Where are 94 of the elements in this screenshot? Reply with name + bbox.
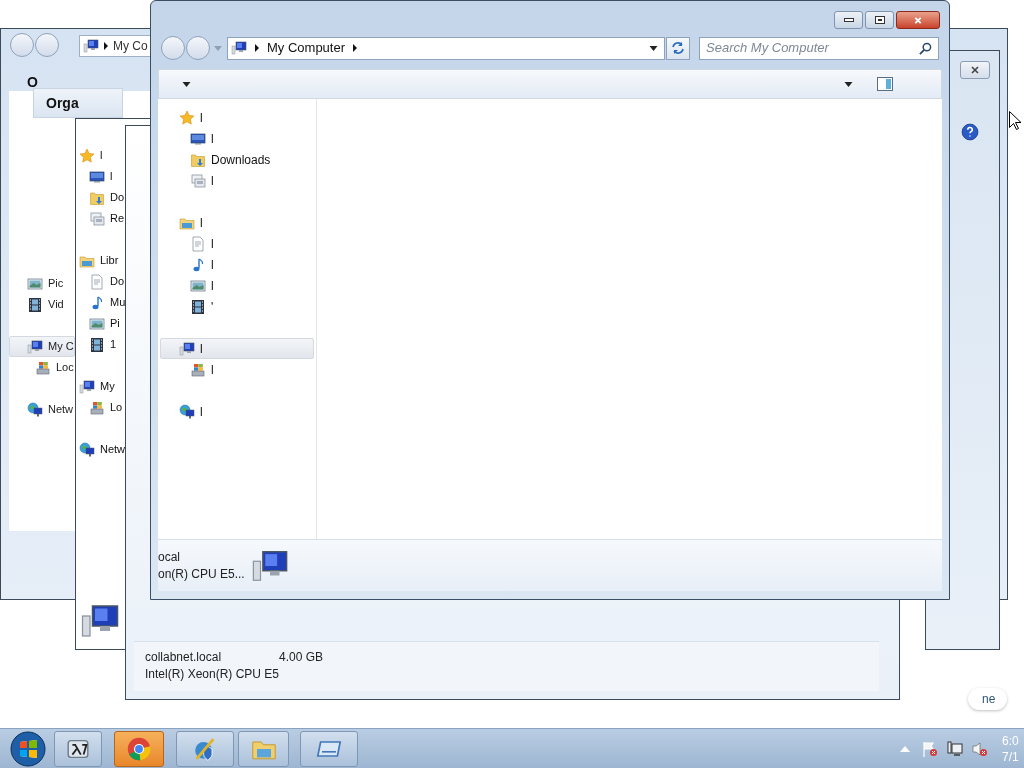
taskbar-button[interactable]: [54, 730, 102, 767]
computer-icon: [179, 340, 195, 357]
nav-item[interactable]: ': [160, 296, 314, 317]
search-icon: [919, 41, 932, 55]
nav-item[interactable]: My C: [9, 336, 75, 357]
nav-item[interactable]: l: [160, 359, 314, 380]
nav-item[interactable]: l: [160, 128, 314, 149]
nav-item[interactable]: l: [160, 254, 314, 275]
network-icon: [27, 401, 43, 418]
memory-value: 4.00 GB: [279, 649, 324, 666]
window-stack-icon: [89, 210, 105, 227]
picture-icon: [190, 277, 206, 294]
computer-icon: [79, 378, 95, 395]
computer-icon: [83, 38, 99, 54]
mouse-cursor-icon: [1009, 111, 1021, 130]
document-icon: [190, 235, 206, 252]
minimize-icon: [843, 18, 854, 22]
organize-label[interactable]: Orga: [46, 92, 79, 114]
window-stack-icon: [190, 172, 206, 189]
search-field[interactable]: Search My Computer: [699, 36, 939, 60]
computer-icon: [27, 338, 43, 355]
help-icon[interactable]: [961, 123, 979, 141]
close-button[interactable]: [896, 11, 940, 29]
drive-icon: [89, 399, 105, 416]
monitor-icon: [190, 130, 206, 147]
nav-item[interactable]: Do: [76, 187, 126, 208]
address-bar[interactable]: My Computer: [227, 36, 665, 60]
film-icon: [190, 298, 206, 315]
film-icon: [89, 336, 105, 353]
computer-name: ocal: [158, 548, 181, 566]
toolbar-label[interactable]: O: [27, 72, 38, 93]
close-button[interactable]: [960, 61, 990, 79]
maximize-button[interactable]: [865, 11, 894, 29]
minimize-button[interactable]: [834, 11, 863, 29]
computer-name: collabnet.local: [145, 649, 222, 666]
nav-item[interactable]: Mu: [76, 292, 127, 313]
nav-item[interactable]: My: [76, 376, 116, 397]
nav-item[interactable]: Downloads: [160, 149, 314, 170]
close-icon: [970, 65, 980, 75]
download-folder-icon: [190, 151, 206, 168]
picture-icon: [27, 275, 43, 292]
caret-down-icon[interactable]: [182, 81, 191, 87]
drive-icon: [190, 361, 206, 378]
nav-item[interactable]: l: [160, 338, 314, 359]
close-icon: [913, 15, 923, 25]
drive-icon: [35, 359, 51, 376]
restore-icon: [874, 16, 885, 24]
nav-item[interactable]: l: [160, 170, 314, 191]
speaker-muted-icon[interactable]: [972, 740, 988, 757]
network-icon: [179, 403, 195, 420]
address-text[interactable]: My Computer: [267, 38, 346, 58]
flag-error-icon[interactable]: [922, 740, 938, 757]
nav-item[interactable]: l: [160, 233, 314, 254]
preview-pane-icon[interactable]: [877, 76, 893, 92]
nav-item[interactable]: 1: [76, 334, 118, 355]
refresh-icon: [671, 41, 685, 55]
nav-item[interactable]: l: [160, 212, 314, 233]
start-button[interactable]: [8, 728, 48, 768]
nav-item[interactable]: l: [160, 401, 314, 422]
caret-down-icon[interactable]: [649, 45, 658, 51]
search-input[interactable]: Search My Computer: [706, 38, 919, 58]
nav-item[interactable]: Pi: [76, 313, 121, 334]
refresh-button[interactable]: [666, 36, 690, 60]
nav-item[interactable]: Do: [76, 271, 126, 292]
nav-item[interactable]: Netw: [76, 439, 127, 460]
nav-item[interactable]: Netw: [9, 399, 75, 420]
address-bar[interactable]: My Co: [79, 35, 150, 57]
nav-item[interactable]: Libr: [76, 250, 120, 271]
chevron-right-icon: [352, 44, 359, 52]
computer-icon: [231, 40, 247, 56]
document-icon: [89, 273, 105, 290]
start-hint-tooltip: ne: [968, 688, 1008, 710]
star-icon: [179, 109, 195, 126]
nav-item[interactable]: Re: [76, 208, 126, 229]
caret-down-icon[interactable]: [844, 81, 853, 87]
chevron-right-icon: [103, 42, 109, 50]
picture-icon: [89, 315, 105, 332]
address-text: My Co: [113, 38, 148, 55]
nav-item[interactable]: l: [76, 166, 114, 187]
nav-item[interactable]: Pic: [9, 273, 65, 294]
nav-item[interactable]: Vid: [9, 294, 65, 315]
nav-item[interactable]: l: [160, 275, 314, 296]
network-monitor-icon[interactable]: [947, 740, 963, 757]
processor-value: Intel(R) Xeon(R) CPU E5: [145, 666, 280, 683]
star-icon: [79, 147, 95, 164]
network-icon: [79, 441, 95, 458]
nav-item[interactable]: l: [76, 145, 104, 166]
nav-item[interactable]: l: [160, 107, 314, 128]
nav-item[interactable]: Lo: [76, 397, 124, 418]
download-folder-icon: [89, 189, 105, 206]
chevron-right-icon: [254, 44, 260, 52]
nav-item[interactable]: Loc: [9, 357, 75, 378]
monitor-icon: [89, 168, 105, 185]
processor-value: on(R) CPU E5...: [158, 565, 245, 583]
